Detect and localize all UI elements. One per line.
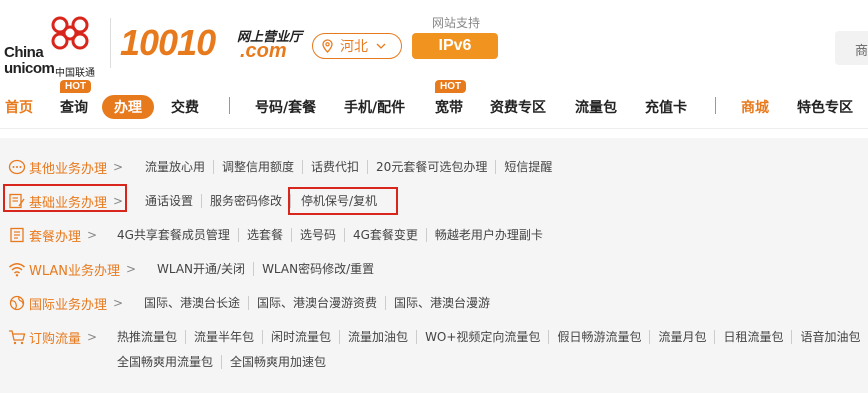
link-item[interactable]: 流量半年包 — [185, 330, 262, 344]
nav-item-broadband[interactable]: 宽带 — [435, 97, 463, 117]
link-item[interactable]: 流量加油包 — [339, 330, 416, 344]
nav-divider — [229, 97, 230, 114]
nav-item-data-pack[interactable]: 流量包 — [575, 97, 617, 117]
panel-row-plan: 套餐办理 > 4G共享套餐成员管理 选套餐 选号码 4G套餐变更 畅越老用户办理… — [0, 219, 868, 247]
main-nav: 首页 HOT 查询 办理 交费 号码/套餐 手机/配件 HOT 宽带 资费专区 … — [0, 80, 868, 128]
link-item[interactable]: 热推流量包 — [109, 330, 185, 344]
chevron-down-icon — [376, 43, 386, 49]
brand-domain: .com — [240, 40, 287, 62]
category-label: WLAN业务办理 — [29, 263, 121, 279]
panel-row-other: 其他业务办理 > 流量放心用 调整信用额度 话费代扣 20元套餐可选包办理 短信… — [0, 151, 868, 179]
panel-row-data: 订购流量 > 热推流量包 流量半年包 闲时流量包 流量加油包 WO+视频定向流量… — [0, 321, 868, 369]
link-item[interactable]: 4G套餐变更 — [343, 228, 426, 242]
panel-row-wlan: WLAN业务办理 > WLAN开通/关闭 WLAN密码修改/重置 — [0, 253, 868, 281]
panel-row-basic: 基础业务办理 > 通话设置 服务密码修改 停机保号/复机 — [0, 185, 868, 213]
link-item[interactable]: 日租流量包 — [714, 330, 791, 344]
link-list: 流量放心用 调整信用额度 话费代扣 20元套餐可选包办理 短信提醒 — [137, 160, 560, 174]
logo-text-cn: 中国联通 — [55, 68, 95, 79]
link-list: 国际、港澳台长途 国际、港澳台漫游资费 国际、港澳台漫游 — [136, 296, 498, 310]
search-input[interactable]: 商 — [835, 31, 868, 65]
highlight-box-basic-services — [3, 184, 127, 212]
category-other-services[interactable]: 其他业务办理 > — [8, 156, 123, 178]
ipv6-badge-text: IPv6 — [438, 37, 472, 54]
link-item[interactable]: 国际、港澳台漫游资费 — [248, 296, 385, 310]
link-item[interactable]: 短信提醒 — [495, 160, 560, 174]
link-list-continued: 全国畅爽用流量包 全国畅爽用加速包 — [109, 355, 334, 369]
chevron-right-icon: > — [87, 228, 98, 242]
category-international-services[interactable]: 国际业务办理 > — [8, 292, 123, 314]
nav-item-query[interactable]: 查询 — [60, 97, 88, 117]
hot-badge: HOT — [435, 80, 467, 93]
logo-text-china: China — [4, 44, 44, 61]
logo-text-unicom: unicom — [4, 60, 55, 77]
link-item[interactable]: 假日畅游流量包 — [548, 330, 649, 344]
region-selector[interactable]: 河北 — [312, 33, 402, 59]
nav-item-mall[interactable]: 商城 — [741, 97, 769, 117]
link-item[interactable]: 选套餐 — [237, 228, 291, 242]
chevron-right-icon: > — [113, 160, 124, 174]
nav-item-payment[interactable]: 交费 — [171, 97, 199, 117]
category-plan-services[interactable]: 套餐办理 > — [8, 224, 97, 246]
link-list: 热推流量包 流量半年包 闲时流量包 流量加油包 WO+视频定向流量包 假日畅游流… — [109, 330, 868, 344]
link-item[interactable]: 选号码 — [290, 228, 344, 242]
nav-item-home[interactable]: 首页 — [5, 97, 33, 117]
link-item[interactable]: 流量月包 — [649, 330, 714, 344]
region-label: 河北 — [340, 39, 368, 55]
location-pin-icon — [322, 39, 333, 53]
shopping-cart-icon — [9, 330, 26, 345]
china-unicom-logo[interactable]: China unicom 中国联通 — [4, 14, 104, 79]
nav-divider — [715, 97, 716, 114]
ipv6-badge[interactable]: IPv6 — [412, 33, 498, 59]
panel-row-international: 国际业务办理 > 国际、港澳台长途 国际、港澳台漫游资费 国际、港澳台漫游 — [0, 287, 868, 315]
list-doc-icon — [10, 227, 24, 243]
hot-badge: HOT — [60, 80, 92, 93]
link-item[interactable]: 语音加油包 — [791, 330, 868, 344]
link-item[interactable]: 国际、港澳台漫游 — [385, 296, 498, 310]
link-item[interactable]: 通话设置 — [137, 194, 201, 208]
category-label: 订购流量 — [29, 331, 82, 347]
chevron-right-icon: > — [126, 262, 137, 276]
link-item[interactable]: 全国畅爽用流量包 — [109, 355, 221, 369]
header-divider — [110, 18, 111, 68]
search-placeholder: 商 — [855, 44, 868, 59]
nav-item-phone-accessories[interactable]: 手机/配件 — [344, 97, 405, 117]
link-item[interactable]: 4G共享套餐成员管理 — [109, 228, 238, 242]
link-item[interactable]: WLAN开通/关闭 — [149, 262, 253, 276]
link-item[interactable]: 国际、港澳台长途 — [136, 296, 248, 310]
link-item[interactable]: 20元套餐可选包办理 — [367, 160, 495, 174]
highlight-box-suspend-resume — [288, 187, 398, 215]
category-wlan-services[interactable]: WLAN业务办理 > — [8, 258, 136, 280]
brand-number[interactable]: 10010 — [120, 22, 216, 64]
chevron-right-icon: > — [113, 296, 124, 310]
unicom-knot-logo-icon — [51, 16, 89, 50]
globe-icon — [9, 295, 25, 311]
link-item[interactable]: 流量放心用 — [137, 160, 213, 174]
link-item[interactable]: WLAN密码修改/重置 — [253, 262, 382, 276]
link-item[interactable]: WO+视频定向流量包 — [416, 330, 548, 344]
chevron-right-icon: > — [87, 330, 98, 344]
ipv6-support-label: 网站支持 — [432, 16, 481, 30]
category-label: 其他业务办理 — [29, 161, 108, 177]
link-list: 4G共享套餐成员管理 选套餐 选号码 4G套餐变更 畅越老用户办理副卡 — [109, 228, 551, 242]
nav-item-number-plan[interactable]: 号码/套餐 — [255, 97, 316, 117]
link-item[interactable]: 全国畅爽用加速包 — [221, 355, 334, 369]
link-list: WLAN开通/关闭 WLAN密码修改/重置 — [149, 262, 382, 276]
link-item[interactable]: 闲时流量包 — [262, 330, 339, 344]
nav-item-featured-zone[interactable]: 特色专区 — [797, 97, 853, 117]
wifi-icon — [9, 263, 25, 277]
category-order-data[interactable]: 订购流量 > — [8, 326, 97, 348]
category-label: 国际业务办理 — [29, 297, 108, 313]
link-item[interactable]: 服务密码修改 — [201, 194, 290, 208]
nav-item-handle[interactable]: 办理 — [102, 95, 154, 119]
link-item[interactable]: 调整信用额度 — [213, 160, 302, 174]
header: China unicom 中国联通 10010 网上营业厅 .com 河北 网站… — [0, 0, 868, 82]
link-item[interactable]: 畅越老用户办理副卡 — [425, 228, 551, 242]
nav-item-tariff-zone[interactable]: 资费专区 — [490, 97, 546, 117]
nav-divider-line — [0, 128, 868, 129]
link-item[interactable]: 话费代扣 — [302, 160, 367, 174]
category-label: 套餐办理 — [29, 229, 82, 245]
chat-bubble-icon — [8, 159, 26, 175]
nav-item-recharge-card[interactable]: 充值卡 — [645, 97, 687, 117]
handle-dropdown-panel: 其他业务办理 > 流量放心用 调整信用额度 话费代扣 20元套餐可选包办理 短信… — [0, 138, 868, 393]
